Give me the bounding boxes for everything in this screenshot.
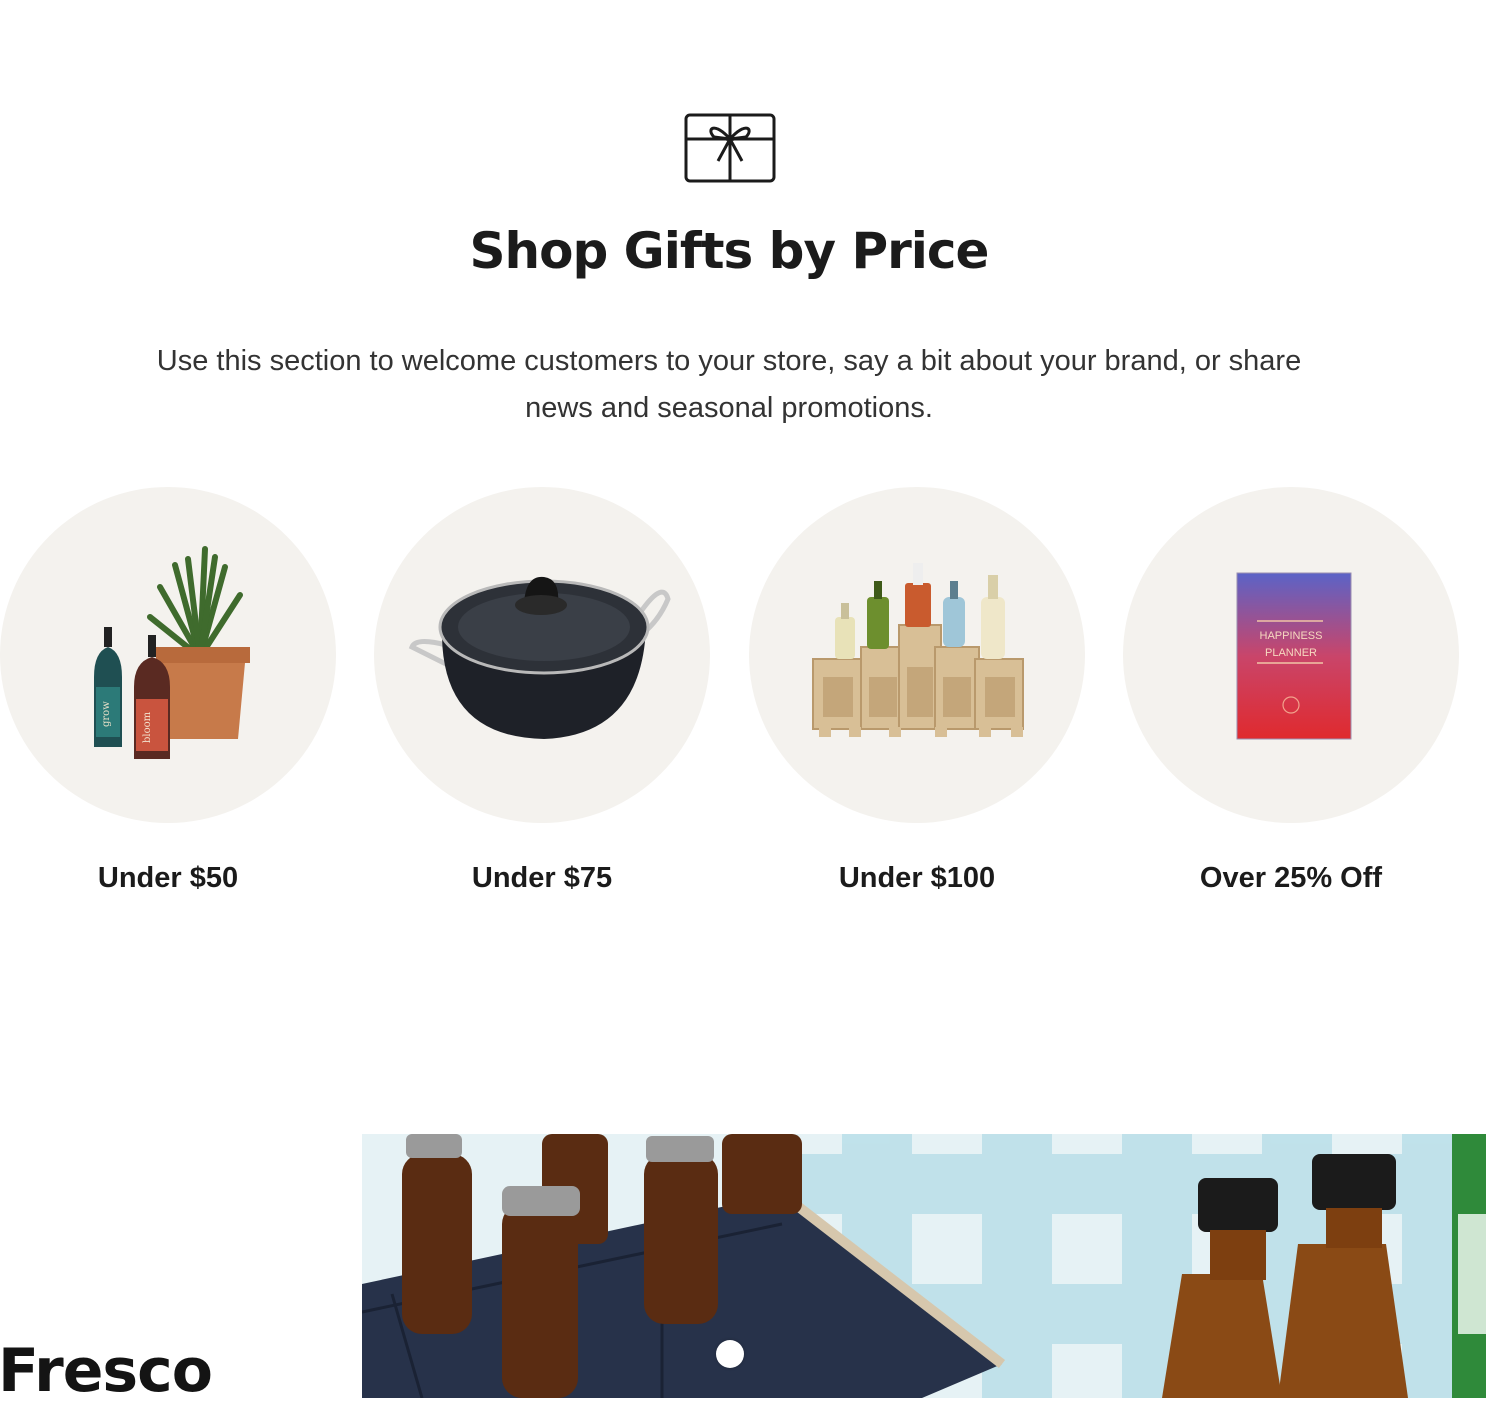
svg-text:grow: grow bbox=[101, 701, 112, 727]
happiness-planner-book-image: HAPPINESS PLANNER bbox=[1236, 572, 1352, 740]
category-under-50-label[interactable]: Under $50 bbox=[0, 862, 336, 895]
section-description: Use this section to welcome customers to… bbox=[156, 345, 1302, 424]
category-under-50-image[interactable]: grow bloom bbox=[0, 487, 336, 823]
category-over-25-off-label[interactable]: Over 25% Off bbox=[1123, 862, 1459, 895]
cooking-pot-image bbox=[408, 576, 671, 739]
book-title-line-1: HAPPINESS bbox=[1260, 630, 1323, 642]
liquor-bottles-on-wooden-stand-image bbox=[812, 563, 1024, 737]
category-under-75-label[interactable]: Under $75 bbox=[374, 862, 710, 895]
section-title: Shop Gifts by Price bbox=[469, 222, 990, 280]
category-under-75-image[interactable] bbox=[374, 487, 710, 823]
gift-card-icon bbox=[684, 113, 776, 183]
svg-text:bloom: bloom bbox=[142, 711, 153, 743]
slideshow-banner[interactable] bbox=[362, 1134, 1486, 1398]
beer-bottles-in-cooler-bag-image bbox=[362, 1134, 1486, 1398]
category-over-25-off-image[interactable]: HAPPINESS PLANNER bbox=[1123, 487, 1459, 823]
slideshow-dot-active[interactable] bbox=[716, 1340, 744, 1368]
category-under-100-image[interactable] bbox=[749, 487, 1085, 823]
dropper-bottles-and-plant-image: grow bloom bbox=[94, 546, 250, 759]
category-under-100-label[interactable]: Under $100 bbox=[749, 862, 1085, 895]
book-title-line-2: PLANNER bbox=[1265, 647, 1317, 659]
slideshow-heading: Fresco bbox=[0, 1336, 213, 1406]
